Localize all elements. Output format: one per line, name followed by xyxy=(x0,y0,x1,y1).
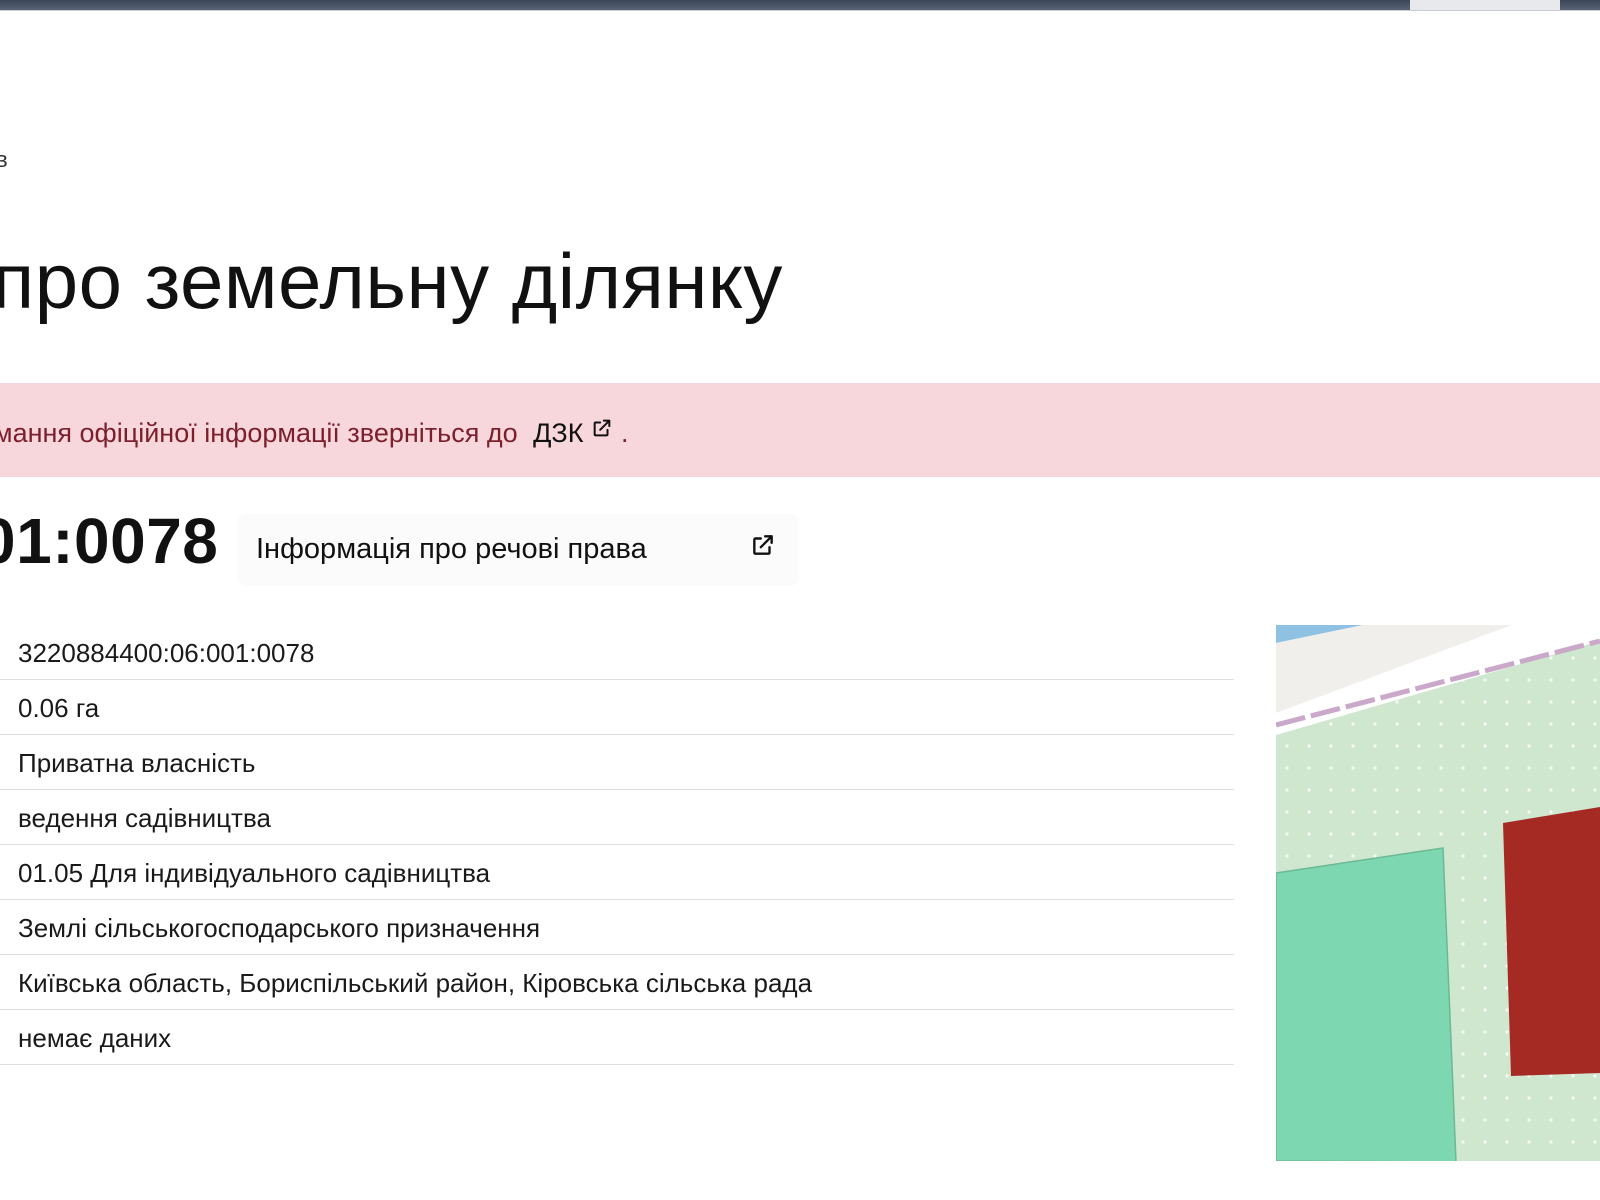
alert-period: . xyxy=(620,418,629,448)
map-teal-parcel xyxy=(1276,847,1457,1161)
detail-value: Київська область, Бориспільський район, … xyxy=(18,968,813,998)
detail-row-area: 0.06 га xyxy=(0,680,1234,735)
external-link-icon xyxy=(753,535,773,555)
detail-row-purpose-code: 01.05 Для індивідуального садівництва xyxy=(0,845,1234,900)
detail-row-location: Київська область, Бориспільський район, … xyxy=(0,955,1234,1010)
detail-value: 0.06 га xyxy=(18,693,100,723)
parcel-details-table: 3220884400:06:001:0078 0.06 га Приватна … xyxy=(0,625,1234,1065)
detail-row-cadastral-number: 3220884400:06:001:0078 xyxy=(0,625,1234,680)
map-red-parcel xyxy=(1503,807,1600,1076)
breadcrumb[interactable]: в xyxy=(0,147,8,173)
detail-row-extra: немає даних xyxy=(0,1010,1234,1065)
detail-row-land-category: Землі сільськогосподарського призначення xyxy=(0,900,1234,955)
rights-info-label: Інформація про речові права xyxy=(256,533,647,565)
alert-text: мання офіційної інформації зверніться до xyxy=(0,418,518,448)
alert-message: мання офіційної інформації зверніться до… xyxy=(0,417,629,449)
detail-value: Приватна власність xyxy=(18,748,256,778)
cadastral-number: 01:0078 xyxy=(0,505,219,577)
dzk-link[interactable]: ДЗК xyxy=(533,418,621,448)
browser-top-bar xyxy=(0,0,1600,11)
browser-tab-strip xyxy=(1410,0,1560,10)
page-title: про земельну ділянку xyxy=(0,237,783,325)
detail-value: ведення садівництва xyxy=(18,803,271,833)
rights-info-button[interactable]: Інформація про речові права xyxy=(238,514,798,584)
detail-value: 01.05 Для індивідуального садівництва xyxy=(18,858,491,888)
dzk-link-label: ДЗК xyxy=(533,418,584,448)
detail-value: 3220884400:06:001:0078 xyxy=(18,638,315,668)
detail-value: Землі сільськогосподарського призначення xyxy=(18,913,541,943)
detail-row-ownership: Приватна власність xyxy=(0,735,1234,790)
external-link-icon xyxy=(594,419,611,437)
detail-value: немає даних xyxy=(18,1023,172,1053)
map-svg xyxy=(1276,625,1600,1161)
alert-banner: мання офіційної інформації зверніться до… xyxy=(0,383,1600,477)
parcel-map-preview[interactable] xyxy=(1276,625,1600,1161)
detail-row-purpose: ведення садівництва xyxy=(0,790,1234,845)
